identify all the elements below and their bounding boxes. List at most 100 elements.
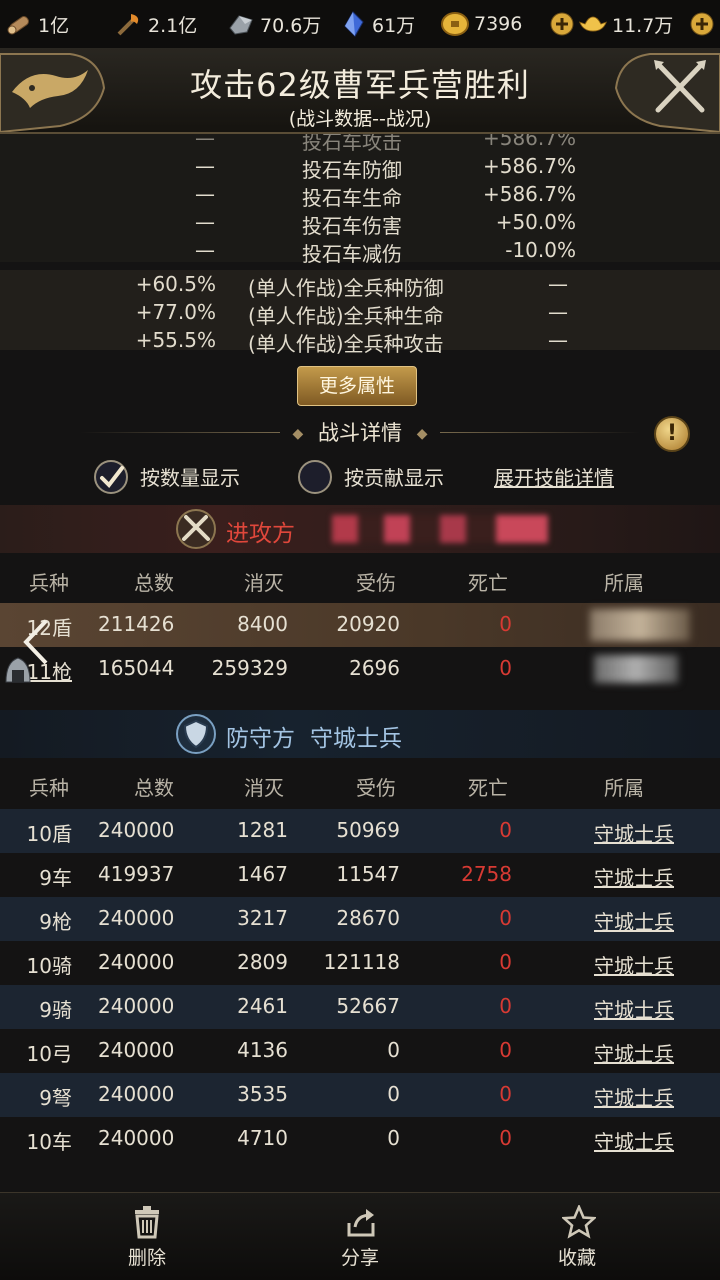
table-row[interactable]: 9骑 240000 2461 52667 0 守城士兵 [0,985,720,1029]
battle-detail-title: 战斗详情 [318,421,402,445]
troop-kill: 2809 [237,950,288,974]
troop-wound: 11547 [336,862,400,886]
crystal-icon [338,9,368,39]
report-header: 攻击62级曹军兵营胜利 (战斗数据--战况) [0,48,720,134]
troop-dead: 0 [499,612,512,636]
troop-total: 240000 [98,818,175,842]
troop-total: 240000 [98,906,175,930]
stat-attacker-value: — [195,210,215,234]
troop-dead: 0 [499,1082,512,1106]
troop-type: 9车 [39,866,72,890]
stat-defender-value: — [548,328,568,352]
attacker-banner: 进攻方 [0,505,720,553]
troop-wound: 2696 [349,656,400,680]
troop-owner-link[interactable]: 守城士兵 [594,906,678,935]
troop-dead: 0 [499,950,512,974]
stat-row: +77.0% (单人作战)全兵种生命 — [0,300,720,328]
expand-skills-link[interactable]: 展开技能详情 [494,462,614,491]
stat-attacker-value: +55.5% [135,328,216,352]
table-row[interactable]: 11枪 165044 259329 2696 0 [0,647,720,691]
defender-label: 防守方 [226,726,295,752]
table-row[interactable]: 9车 419937 1467 11547 2758 守城士兵 [0,853,720,897]
add-coin-button[interactable] [550,12,574,36]
owner-blurred [594,655,678,683]
contribution-radio[interactable] [298,460,332,494]
defender-name: 守城士兵 [310,726,402,752]
resource-gold-value: 11.7万 [612,14,674,37]
delete-label: 删除 [127,1247,166,1269]
troop-owner-link[interactable]: 守城士兵 [594,862,678,891]
troop-type: 9弩 [39,1086,72,1110]
resource-crystal-value: 61万 [372,14,416,37]
count-radio[interactable] [94,460,128,494]
troop-wound: 20920 [336,612,400,636]
troop-wound: 28670 [336,906,400,930]
table-row[interactable]: 10骑 240000 2809 121118 0 守城士兵 [0,941,720,985]
table-row[interactable]: 10弓 240000 4136 0 0 守城士兵 [0,1029,720,1073]
troop-total: 240000 [98,1126,175,1150]
info-alert-icon[interactable]: ! [654,416,690,452]
troop-kill: 8400 [237,612,288,636]
troop-wound: 52667 [336,994,400,1018]
coin-icon [440,9,470,39]
checkmark-icon [100,466,124,489]
troop-type: 10弓 [26,1042,72,1066]
troop-dead: 0 [499,1038,512,1062]
bottom-action-bar: 删除 分享 收藏 [0,1192,720,1280]
attacker-table-header: 兵种 总数 消灭 受伤 死亡 所属 [0,555,720,603]
stats-list: — 投石车攻击 +586.7% — 投石车防御 +586.7% — 投石车生命 … [0,134,720,356]
col-kill: 消灭 [244,571,284,595]
troop-wound: 0 [387,1126,400,1150]
favorite-button[interactable]: 收藏 [522,1203,632,1273]
table-row[interactable]: 12盾 211426 8400 20920 0 [0,603,720,647]
stat-attacker-value: — [195,238,215,262]
col-total: 总数 [134,571,174,595]
troop-kill: 2461 [237,994,288,1018]
close-button[interactable] [610,48,720,134]
stat-name: (单人作战)全兵种攻击 [248,332,444,356]
troop-owner-link[interactable]: 守城士兵 [594,1126,678,1155]
resource-gold: 11.7万 [578,0,673,48]
troop-owner-link[interactable]: 守城士兵 [594,1038,678,1067]
stat-row: — 投石车生命 +586.7% [0,182,720,210]
col-dead: 死亡 [468,571,508,595]
table-row[interactable]: 9枪 240000 3217 28670 0 守城士兵 [0,897,720,941]
resource-torch-value: 2.1亿 [148,14,198,37]
troop-kill: 1281 [237,818,288,842]
troop-dead: 2758 [461,862,512,886]
share-button[interactable]: 分享 [305,1203,415,1273]
troop-owner-link[interactable]: 守城士兵 [594,818,678,847]
troop-dead: 0 [499,994,512,1018]
stat-defender-value: +50.0% [495,210,576,234]
col-owner: 所属 [604,776,644,800]
col-wound: 受伤 [356,776,396,800]
troop-dead: 0 [499,656,512,680]
delete-button[interactable]: 删除 [92,1203,202,1273]
defender-table-header: 兵种 总数 消灭 受伤 死亡 所属 [0,760,720,808]
plus-icon [690,12,714,36]
table-row[interactable]: 10车 240000 4710 0 0 守城士兵 [0,1117,720,1161]
troop-type: 9枪 [39,910,72,934]
table-row[interactable]: 9弩 240000 3535 0 0 守城士兵 [0,1073,720,1117]
count-option-label[interactable]: 按数量显示 [140,462,240,491]
gold-ingot-icon [578,9,608,39]
display-options: 按数量显示 按贡献显示 展开技能详情 [0,456,720,498]
troop-wound: 121118 [323,950,400,974]
troop-total: 240000 [98,1038,175,1062]
troop-owner-link[interactable]: 守城士兵 [594,994,678,1023]
contribution-option-label[interactable]: 按贡献显示 [344,462,444,491]
stat-row: +55.5% (单人作战)全兵种攻击 — [0,328,720,356]
troop-wound: 0 [387,1082,400,1106]
col-total: 总数 [134,776,174,800]
troop-owner-link[interactable]: 守城士兵 [594,1082,678,1111]
troop-owner-link[interactable]: 守城士兵 [594,950,678,979]
troop-kill: 4710 [237,1126,288,1150]
share-label: 分享 [340,1247,379,1269]
owner-blurred [590,609,690,641]
add-gold-button[interactable] [690,12,714,36]
battle-detail-heading: ◆ 战斗详情 ◆ [0,416,720,450]
star-icon [562,1205,596,1239]
more-attributes-button[interactable]: 更多属性 [297,366,417,406]
table-row[interactable]: 10盾 240000 1281 50969 0 守城士兵 [0,809,720,853]
stat-attacker-value: +77.0% [135,300,216,324]
